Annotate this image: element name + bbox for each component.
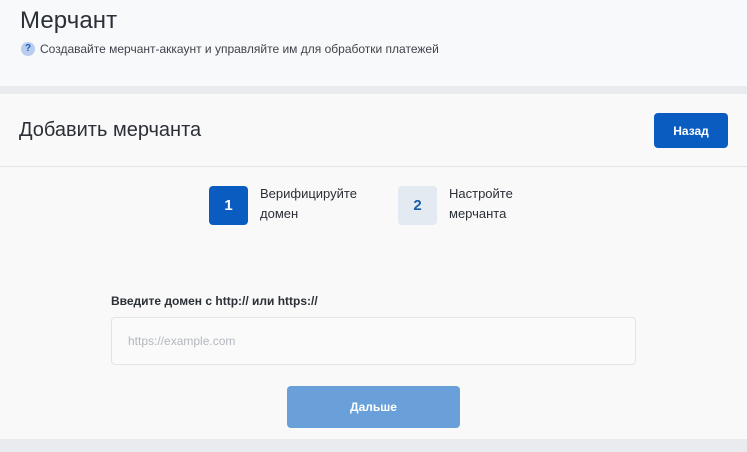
step-number-badge: 2 [398,186,437,225]
step-label-line: Верифицируйте [260,186,357,201]
page-header: Мерчант ? Создавайте мерчант-аккаунт и у… [0,0,747,86]
step-number-badge: 1 [209,186,248,225]
question-circle-icon[interactable]: ? [21,42,35,56]
step-label: Верифицируйте домен [260,184,370,224]
page-title: Мерчант [20,7,118,34]
step-label-line: домен [260,206,299,221]
step-configure-merchant[interactable]: 2 Настройте мерчанта [398,186,559,225]
page-subtitle: Создавайте мерчант-аккаунт и управляйте … [40,42,439,56]
domain-field-label: Введите домен с http:// или https:// [111,294,318,308]
domain-input[interactable] [111,317,636,365]
step-label-line: Настройте [449,186,513,201]
page-subtitle-row: ? Создавайте мерчант-аккаунт и управляйт… [21,41,439,57]
next-button[interactable]: Дальше [287,386,460,428]
step-verify-domain[interactable]: 1 Верифицируйте домен [209,186,370,225]
back-button[interactable]: Назад [654,113,728,148]
card-header: Добавить мерчанта Назад [0,94,747,167]
card-title: Добавить мерчанта [19,119,202,141]
add-merchant-card: Добавить мерчанта Назад 1 Верифицируйте … [0,94,747,439]
step-label-line: мерчанта [449,206,507,221]
step-label: Настройте мерчанта [449,184,559,224]
